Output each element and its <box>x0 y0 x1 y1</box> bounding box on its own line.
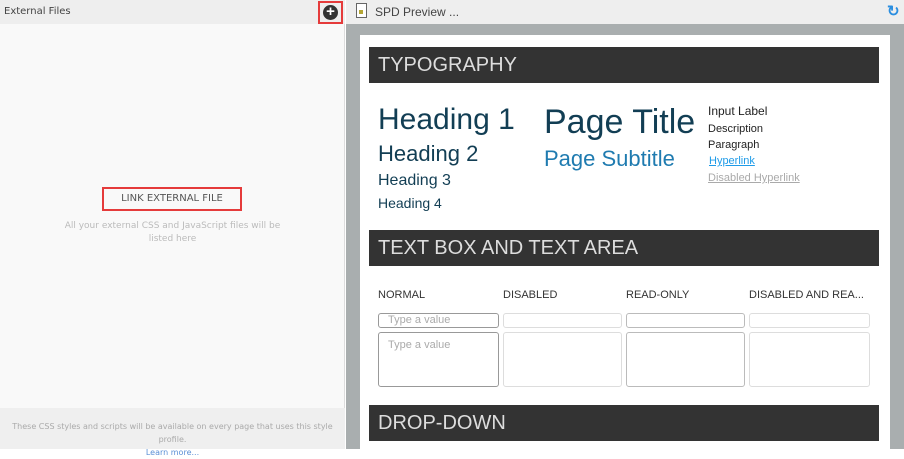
section-dropdown: DROP-DOWN <box>369 405 879 441</box>
page-title: Page Title <box>544 103 696 141</box>
add-file-button[interactable]: + <box>318 1 343 24</box>
empty-hint: All your external CSS and JavaScript fil… <box>64 221 281 244</box>
footer-text: These CSS styles and scripts will be ava… <box>12 422 333 444</box>
normal-text-box[interactable]: Type a value <box>378 313 499 328</box>
read-only-text-box[interactable] <box>626 313 745 328</box>
heading-3: Heading 3 <box>378 172 451 189</box>
disabled-text-area <box>503 332 622 387</box>
refresh-icon[interactable]: ↻ <box>887 2 900 20</box>
read-only-text-area[interactable] <box>626 332 745 387</box>
heading-4: Heading 4 <box>378 195 442 211</box>
panel-footer: These CSS styles and scripts will be ava… <box>0 408 345 457</box>
disabled-read-only-text-box <box>749 313 870 328</box>
preview-panel: SPD Preview ... ↻ TYPOGRAPHY Heading 1 H… <box>346 0 904 455</box>
description: Description <box>708 123 764 135</box>
plus-circle-icon: + <box>323 4 338 20</box>
paragraph: Paragraph <box>708 139 760 151</box>
external-files-panel: External Files + LINK EXTERNAL FILE All … <box>0 0 345 457</box>
panel-title: External Files <box>4 6 71 17</box>
page-subtitle: Page Subtitle <box>544 146 675 171</box>
panel-header: External Files + <box>0 0 345 24</box>
preview-title: SPD Preview ... <box>375 5 460 19</box>
normal-text-area[interactable]: Type a value <box>378 332 499 387</box>
col-read-only: READ-ONLY <box>626 289 690 301</box>
disabled-read-only-text-area <box>749 332 870 387</box>
preview-card: TYPOGRAPHY Heading 1 Heading 2 Heading 3… <box>360 35 890 455</box>
disabled-hyperlink: Disabled Hyperlink <box>708 172 800 184</box>
link-external-file-button[interactable]: LINK EXTERNAL FILE <box>102 187 242 211</box>
col-disabled-read-only: DISABLED AND REA... <box>749 289 864 301</box>
section-textbox: TEXT BOX AND TEXT AREA <box>369 230 879 266</box>
col-disabled: DISABLED <box>503 289 558 301</box>
heading-2: Heading 2 <box>378 141 479 166</box>
hyperlink[interactable]: Hyperlink <box>709 155 755 167</box>
col-normal: NORMAL <box>378 289 426 301</box>
section-typography: TYPOGRAPHY <box>369 47 879 83</box>
heading-1: Heading 1 <box>378 103 515 136</box>
input-label: Input Label <box>708 104 768 118</box>
document-icon <box>356 3 367 18</box>
disabled-text-box <box>503 313 622 328</box>
preview-header: SPD Preview ... ↻ <box>346 0 904 24</box>
learn-more-link[interactable]: Learn more... <box>0 446 345 459</box>
